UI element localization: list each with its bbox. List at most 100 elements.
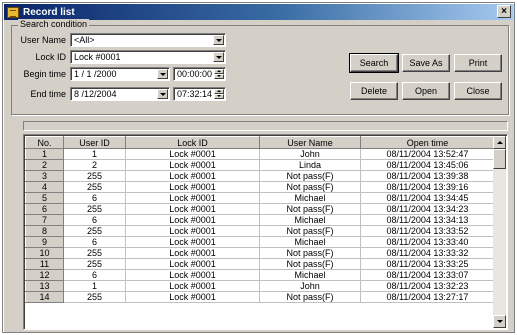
- table-row[interactable]: 10 255 Lock #0001 Not pass(F) 08/11/2004 13:…: [25, 247, 495, 259]
- table-row[interactable]: 3 255 Lock #0001 Not pass(F) 08/11/2004 13:3…: [25, 170, 495, 182]
- table-row[interactable]: 14 255 Lock #0001 Not pass(F) 08/11/2004 13:…: [25, 291, 495, 303]
- table-row[interactable]: 1 1 Lock #0001 John 08/11/2004 13:52:47: [25, 148, 495, 160]
- table-cell: 08/11/2004 13:39:38: [360, 170, 495, 182]
- scroll-thumb[interactable]: [493, 149, 506, 169]
- table-cell: 08/11/2004 13:33:52: [360, 225, 495, 237]
- end-date-picker[interactable]: 8 /12/2004: [70, 87, 170, 101]
- table-cell: 13: [25, 280, 64, 292]
- table-cell: Linda: [259, 159, 361, 171]
- end-time-label: End time: [30, 89, 66, 99]
- table-cell: 10: [25, 247, 64, 259]
- scroll-down-icon[interactable]: [493, 315, 506, 328]
- search-button[interactable]: Search: [349, 53, 399, 73]
- table-cell: 08/11/2004 13:52:47: [360, 148, 495, 160]
- end-date-value: 8 /12/2004: [74, 89, 117, 99]
- table-cell: Michael: [259, 192, 361, 204]
- column-header[interactable]: Lock ID: [125, 136, 260, 149]
- record-table: No. User ID Lock ID User Name Open time 1 1 Lo…: [25, 136, 495, 303]
- close-button[interactable]: Close: [454, 82, 502, 100]
- table-row[interactable]: 9 6 Lock #0001 Michael 08/11/2004 13:33:40: [25, 236, 495, 248]
- table-cell: Lock #0001: [125, 236, 260, 248]
- end-time-value: 07:32:14: [177, 89, 213, 99]
- table-row[interactable]: 2 2 Lock #0001 Linda 08/11/2004 13:45:06: [25, 159, 495, 171]
- print-button[interactable]: Print: [454, 54, 502, 72]
- title-bar[interactable]: Record list ×: [4, 4, 513, 20]
- chevron-down-icon[interactable]: [213, 35, 224, 45]
- spin-down-icon[interactable]: [214, 74, 224, 79]
- table-cell: 08/11/2004 13:39:16: [360, 181, 495, 193]
- table-cell: 1: [63, 148, 126, 160]
- user-name-dropdown[interactable]: <All>: [70, 33, 226, 47]
- table-cell: 2: [25, 159, 64, 171]
- table-cell: Lock #0001: [125, 269, 260, 281]
- table-cell: 255: [63, 203, 126, 215]
- record-grid[interactable]: No. User ID Lock ID User Name Open time 1 1 Lo…: [23, 134, 508, 330]
- begin-time-field[interactable]: 00:00:00: [173, 67, 226, 81]
- spin-down-icon[interactable]: [214, 94, 224, 99]
- column-header[interactable]: No.: [25, 136, 64, 149]
- scroll-up-icon[interactable]: [493, 136, 506, 149]
- vertical-scrollbar[interactable]: [493, 136, 506, 328]
- user-name-label: User Name: [20, 35, 66, 45]
- table-body: 1 1 Lock #0001 John 08/11/2004 13:52:47 2 2 Loc…: [25, 148, 495, 303]
- table-row[interactable]: 5 6 Lock #0001 Michael 08/11/2004 13:34:45: [25, 192, 495, 204]
- table-cell: Michael: [259, 236, 361, 248]
- table-cell: 6: [25, 203, 64, 215]
- table-row[interactable]: 4 255 Lock #0001 Not pass(F) 08/11/2004 13:3…: [25, 181, 495, 193]
- column-header[interactable]: Open time: [360, 136, 495, 149]
- end-time-field[interactable]: 07:32:14: [173, 87, 226, 101]
- close-window-button[interactable]: ×: [497, 5, 511, 18]
- table-cell: 2: [63, 159, 126, 171]
- table-cell: 08/11/2004 13:33:25: [360, 258, 495, 270]
- table-header-row: No. User ID Lock ID User Name Open time: [25, 136, 495, 149]
- begin-time-value: 00:00:00: [177, 69, 213, 79]
- table-cell: 08/11/2004 13:34:45: [360, 192, 495, 204]
- save-as-button[interactable]: Save As: [402, 54, 450, 72]
- table-cell: Lock #0001: [125, 170, 260, 182]
- table-cell: Lock #0001: [125, 280, 260, 292]
- table-cell: 8: [25, 225, 64, 237]
- table-cell: 255: [63, 225, 126, 237]
- chevron-down-icon[interactable]: [213, 52, 224, 62]
- begin-date-picker[interactable]: 1 / 1 /2000: [70, 67, 170, 81]
- table-row[interactable]: 12 6 Lock #0001 Michael 08/11/2004 13:33:07: [25, 269, 495, 281]
- table-cell: 5: [25, 192, 64, 204]
- table-cell: Michael: [259, 269, 361, 281]
- table-cell: 08/11/2004 13:34:23: [360, 203, 495, 215]
- table-cell: 1: [25, 148, 64, 160]
- end-time-spinner[interactable]: [214, 89, 224, 99]
- table-cell: 6: [63, 192, 126, 204]
- calendar-dropdown-icon[interactable]: [157, 69, 168, 79]
- lock-id-dropdown[interactable]: Lock #0001: [70, 50, 226, 64]
- table-cell: Lock #0001: [125, 214, 260, 226]
- table-cell: 08/11/2004 13:33:40: [360, 236, 495, 248]
- table-row[interactable]: 6 255 Lock #0001 Not pass(F) 08/11/2004 13:3…: [25, 203, 495, 215]
- app-icon: [7, 6, 19, 18]
- search-condition-legend: Search condition: [18, 19, 90, 29]
- table-row[interactable]: 7 6 Lock #0001 Michael 08/11/2004 13:34:13: [25, 214, 495, 226]
- column-header[interactable]: User ID: [63, 136, 126, 149]
- table-row[interactable]: 8 255 Lock #0001 Not pass(F) 08/11/2004 13:3…: [25, 225, 495, 237]
- table-cell: 255: [63, 170, 126, 182]
- table-row[interactable]: 11 255 Lock #0001 Not pass(F) 08/11/2004 13:…: [25, 258, 495, 270]
- table-cell: Not pass(F): [259, 203, 361, 215]
- delete-button[interactable]: Delete: [350, 82, 398, 100]
- table-cell: 255: [63, 258, 126, 270]
- table-cell: 6: [63, 214, 126, 226]
- table-cell: 6: [63, 269, 126, 281]
- calendar-dropdown-icon[interactable]: [157, 89, 168, 99]
- table-cell: Lock #0001: [125, 247, 260, 259]
- table-cell: Lock #0001: [125, 203, 260, 215]
- table-cell: 08/11/2004 13:33:07: [360, 269, 495, 281]
- table-cell: 12: [25, 269, 64, 281]
- begin-time-spinner[interactable]: [214, 69, 224, 79]
- begin-date-value: 1 / 1 /2000: [74, 69, 117, 79]
- table-cell: 9: [25, 236, 64, 248]
- table-cell: Lock #0001: [125, 225, 260, 237]
- column-header[interactable]: User Name: [259, 136, 361, 149]
- open-button[interactable]: Open: [402, 82, 450, 100]
- table-cell: 14: [25, 291, 64, 303]
- table-cell: Lock #0001: [125, 192, 260, 204]
- table-cell: Not pass(F): [259, 258, 361, 270]
- table-row[interactable]: 13 1 Lock #0001 John 08/11/2004 13:32:23: [25, 280, 495, 292]
